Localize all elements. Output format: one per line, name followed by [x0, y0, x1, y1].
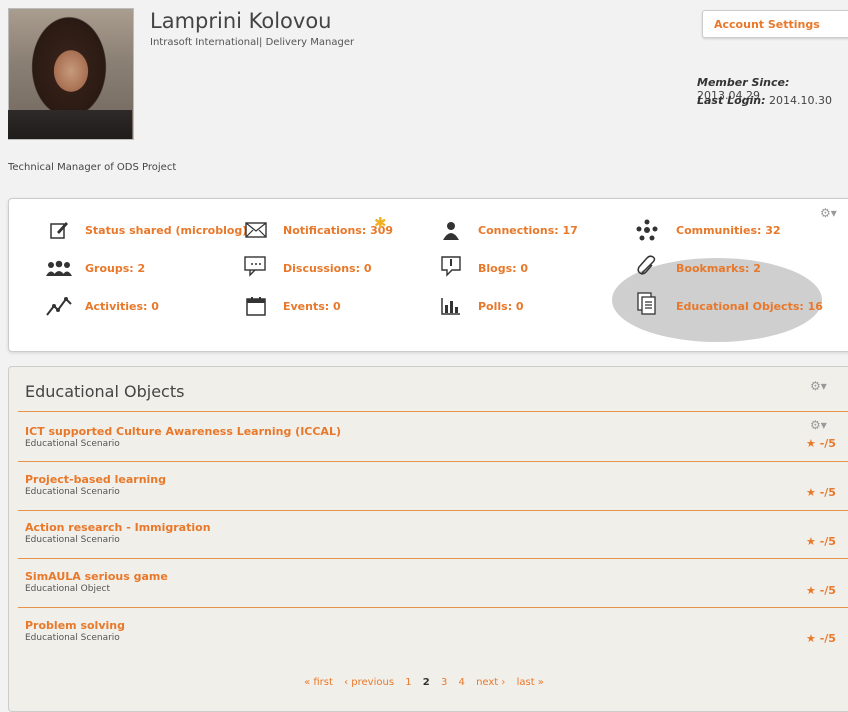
pager-page-1[interactable]: 1: [405, 677, 411, 688]
item-gear-icon[interactable]: ⚙▾: [810, 418, 827, 432]
stat-bookmarks[interactable]: Bookmarks: 2: [676, 262, 761, 275]
last-login-value: 2014.10.30: [769, 94, 832, 107]
blog-icon: [438, 255, 464, 277]
account-settings-button[interactable]: Account Settings: [702, 10, 848, 38]
profile-name: Lamprini Kolovou: [150, 9, 332, 33]
list-item-title[interactable]: Action research - Immigration: [25, 521, 211, 534]
divider: [18, 411, 848, 412]
pager-first[interactable]: « first: [304, 677, 333, 688]
stat-blogs[interactable]: Blogs: 0: [478, 262, 528, 275]
pager-page-2: 2: [422, 677, 430, 688]
star-icon: ★: [806, 535, 820, 548]
rating-value: -/5: [819, 486, 836, 499]
activity-icon: [46, 295, 72, 317]
documents-icon: [634, 292, 660, 315]
divider: [18, 461, 848, 462]
poll-icon: [438, 295, 464, 317]
rating-value: -/5: [819, 632, 836, 645]
pager-last[interactable]: last »: [517, 677, 544, 688]
pagination: « first ‹ previous 1 2 3 4 next › last »: [0, 677, 848, 688]
star-icon: ★: [806, 584, 820, 597]
profile-subtitle: Intrasoft International| Delivery Manage…: [150, 37, 355, 48]
gear-icon[interactable]: ⚙▾: [820, 206, 837, 220]
star-icon: ★: [806, 437, 820, 450]
last-login-label: Last Login:: [697, 94, 766, 107]
educational-objects-panel: [8, 366, 848, 712]
stat-connections[interactable]: Connections: 17: [478, 224, 578, 237]
profile-about: Technical Manager of ODS Project: [8, 162, 177, 173]
list-item-type: Educational Scenario: [25, 439, 120, 449]
last-login: Last Login: 2014.10.30: [697, 94, 832, 107]
pager-previous[interactable]: ‹ previous: [344, 677, 394, 688]
stat-status-shared[interactable]: Status shared (microblog): [85, 224, 247, 237]
community-icon: [634, 219, 660, 241]
rating-value: -/5: [819, 584, 836, 597]
person-icon: [438, 219, 464, 241]
list-item-title[interactable]: Problem solving: [25, 619, 125, 632]
divider: [18, 510, 848, 511]
list-item-type: Educational Scenario: [25, 535, 120, 545]
avatar-shirt: [8, 110, 132, 139]
list-item-type: Educational Object: [25, 584, 110, 594]
rating-value: -/5: [819, 437, 836, 450]
list-item-title[interactable]: SimAULA serious game: [25, 570, 168, 583]
rating: ★ -/5: [806, 632, 836, 645]
member-since-label: Member Since:: [697, 76, 790, 89]
rating: ★ -/5: [806, 535, 836, 548]
new-star-icon: ✱: [374, 214, 387, 232]
rating: ★ -/5: [806, 437, 836, 450]
paperclip-icon: [634, 255, 660, 277]
stat-communities[interactable]: Communities: 32: [676, 224, 781, 237]
stat-educational-objects[interactable]: Educational Objects: 16: [676, 300, 823, 313]
star-icon: ★: [806, 486, 820, 499]
stat-events[interactable]: Events: 0: [283, 300, 341, 313]
group-icon: [46, 257, 72, 279]
divider: [18, 607, 848, 608]
panel-gear-icon[interactable]: ⚙▾: [810, 379, 827, 393]
panel-title: Educational Objects: [25, 382, 185, 401]
pager-page-3[interactable]: 3: [441, 677, 447, 688]
edit-icon: [46, 219, 72, 241]
rating-value: -/5: [819, 535, 836, 548]
pager-page-4[interactable]: 4: [459, 677, 465, 688]
list-item-title[interactable]: ICT supported Culture Awareness Learning…: [25, 425, 341, 438]
list-item-type: Educational Scenario: [25, 487, 120, 497]
discussion-icon: [243, 256, 269, 278]
rating: ★ -/5: [806, 486, 836, 499]
stat-discussions[interactable]: Discussions: 0: [283, 262, 371, 275]
rating: ★ -/5: [806, 584, 836, 597]
calendar-icon: [243, 295, 269, 317]
stat-activities[interactable]: Activities: 0: [85, 300, 159, 313]
list-item-type: Educational Scenario: [25, 633, 120, 643]
envelope-icon: [243, 219, 269, 241]
divider: [18, 558, 848, 559]
star-icon: ★: [806, 632, 820, 645]
list-item-title[interactable]: Project-based learning: [25, 473, 166, 486]
stat-groups[interactable]: Groups: 2: [85, 262, 145, 275]
pager-next[interactable]: next ›: [476, 677, 505, 688]
stat-polls[interactable]: Polls: 0: [478, 300, 524, 313]
